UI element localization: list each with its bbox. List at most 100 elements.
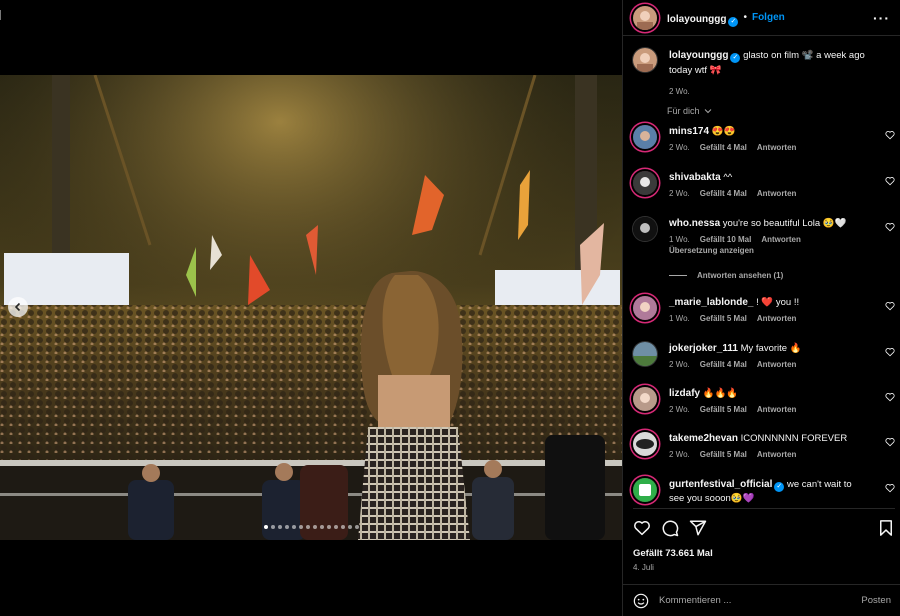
comment-text: ^^ [723,172,733,183]
comment-sort-dropdown[interactable]: Für dich [667,106,712,116]
avatar-image [633,171,657,195]
avatar-image [633,217,657,241]
reply-button[interactable]: Antworten [757,360,797,369]
comment-item: who.nessa you're so beautiful Lola 🥹🤍 1 … [633,217,895,255]
comment-avatar[interactable] [633,478,657,502]
comment-avatar[interactable] [633,217,657,241]
carousel-dot [320,525,324,529]
comment-composer: Posten [623,584,900,616]
carousel-dot [299,525,303,529]
caption-time: 2 Wo. [669,87,690,96]
carousel-prev-button[interactable] [8,297,28,317]
comment-time: 2 Wo. [669,143,690,152]
heart-icon[interactable] [633,519,651,537]
carousel-dot [285,525,289,529]
comment-username[interactable]: mins174 [669,126,709,137]
caption-username[interactable]: lolayounggg [669,50,728,61]
heart-icon[interactable] [885,347,895,357]
comment-item: shivabakta ^^ 2 Wo. Gefällt 4 Mal Antworte… [633,171,895,198]
bookmark-icon[interactable] [877,519,895,537]
comment-likes[interactable]: Gefällt 5 Mal [700,450,747,459]
heart-icon[interactable] [885,301,895,311]
comment-avatar[interactable] [633,342,657,366]
comment-time: 2 Wo. [669,189,690,198]
caption-text-block: lolayounggg ✓ glasto on film 📽️ a week ag… [669,48,879,99]
heart-icon[interactable] [885,437,895,447]
avatar-image [633,387,657,411]
carousel-dot [348,525,352,529]
comment-avatar[interactable] [633,296,657,320]
reply-button[interactable]: Antworten [757,143,797,152]
more-icon[interactable]: ··· [873,10,890,26]
concert-photo-illustration [0,75,622,540]
reply-button[interactable]: Antworten [757,405,797,414]
share-icon[interactable] [689,519,707,537]
carousel-dot [292,525,296,529]
comment-text: you're so beautiful Lola 🥹🤍 [722,218,847,229]
comment-time: 2 Wo. [669,405,690,414]
avatar-image [633,296,657,320]
comment-time: 2 Wo. [669,450,690,459]
comment-item: lizdafy 🔥🔥🔥 2 Wo. Gefällt 5 Mal Antworten [633,387,895,414]
chevron-left-icon [14,302,21,312]
comment-username[interactable]: shivabakta [669,172,721,183]
author-username[interactable]: lolayounggg [667,14,726,25]
author-avatar[interactable] [633,5,657,30]
avatar-image [633,478,657,502]
comment-avatar[interactable] [633,171,657,195]
emoji-icon[interactable] [633,593,649,609]
reply-button[interactable]: Antworten [757,314,797,323]
comment-likes[interactable]: Gefällt 5 Mal [700,405,747,414]
avatar-image [633,432,657,456]
comment-username[interactable]: gurtenfestival_official [669,479,772,490]
comment-input[interactable] [659,595,839,606]
heart-icon[interactable] [885,483,895,493]
heart-icon[interactable] [885,130,895,140]
post-actions-bar [633,508,895,537]
view-replies-label: Antworten ansehen (1) [697,271,784,280]
comment-time: 1 Wo. [669,314,690,323]
comment-time: 1 Wo. [669,235,690,244]
comment-username[interactable]: lizdafy [669,388,700,399]
avatar-image [633,342,657,366]
carousel-dot [341,525,345,529]
avatar-image [633,125,657,149]
caption-avatar[interactable] [633,48,657,72]
reply-button[interactable]: Antworten [761,235,801,244]
carousel-dot [264,525,268,529]
heart-icon[interactable] [885,222,895,232]
reply-button[interactable]: Antworten [757,189,797,198]
comment-likes[interactable]: Gefällt 5 Mal [700,314,747,323]
carousel-dot [355,525,359,529]
post-side-panel: lolayounggg ✓ • Folgen ··· lolayounggg ✓ g… [622,0,900,616]
heart-icon[interactable] [885,176,895,186]
comment-username[interactable]: takeme2hevan [669,433,738,444]
verified-icon: ✓ [730,53,741,63]
comment-avatar[interactable] [633,432,657,456]
comment-username[interactable]: who.nessa [669,218,720,229]
comment-likes[interactable]: Gefällt 4 Mal [700,189,747,198]
comment-likes[interactable]: Gefällt 10 Mal [700,235,752,244]
post-comment-button[interactable]: Posten [861,595,891,606]
post-header: lolayounggg ✓ • Folgen ··· [623,0,900,36]
comment-likes[interactable]: Gefällt 4 Mal [700,360,747,369]
follow-button[interactable]: Folgen [752,12,785,23]
view-replies-button[interactable]: Antworten ansehen (1) [669,271,783,280]
comment-item: takeme2hevan ICONNNNNN FOREVER 2 Wo. Gefä… [633,432,895,459]
reply-button[interactable]: Antworten [757,450,797,459]
carousel-dot [327,525,331,529]
heart-icon[interactable] [885,392,895,402]
avatar-image [633,5,657,30]
post-caption: lolayounggg ✓ glasto on film 📽️ a week ag… [633,48,891,99]
comment-avatar[interactable] [633,125,657,149]
comment-icon[interactable] [661,519,679,537]
translate-button[interactable]: Übersetzung anzeigen [669,246,869,255]
comment-username[interactable]: _marie_lablonde_ [669,297,753,308]
comment-avatar[interactable] [633,387,657,411]
author-username-row: lolayounggg ✓ [667,9,739,27]
likes-count[interactable]: Gefällt 73.661 Mal [633,548,713,559]
comment-likes[interactable]: Gefällt 4 Mal [700,143,747,152]
post-photo[interactable] [0,75,622,540]
carousel-dot [334,525,338,529]
comment-username[interactable]: jokerjoker_111 [669,343,738,354]
